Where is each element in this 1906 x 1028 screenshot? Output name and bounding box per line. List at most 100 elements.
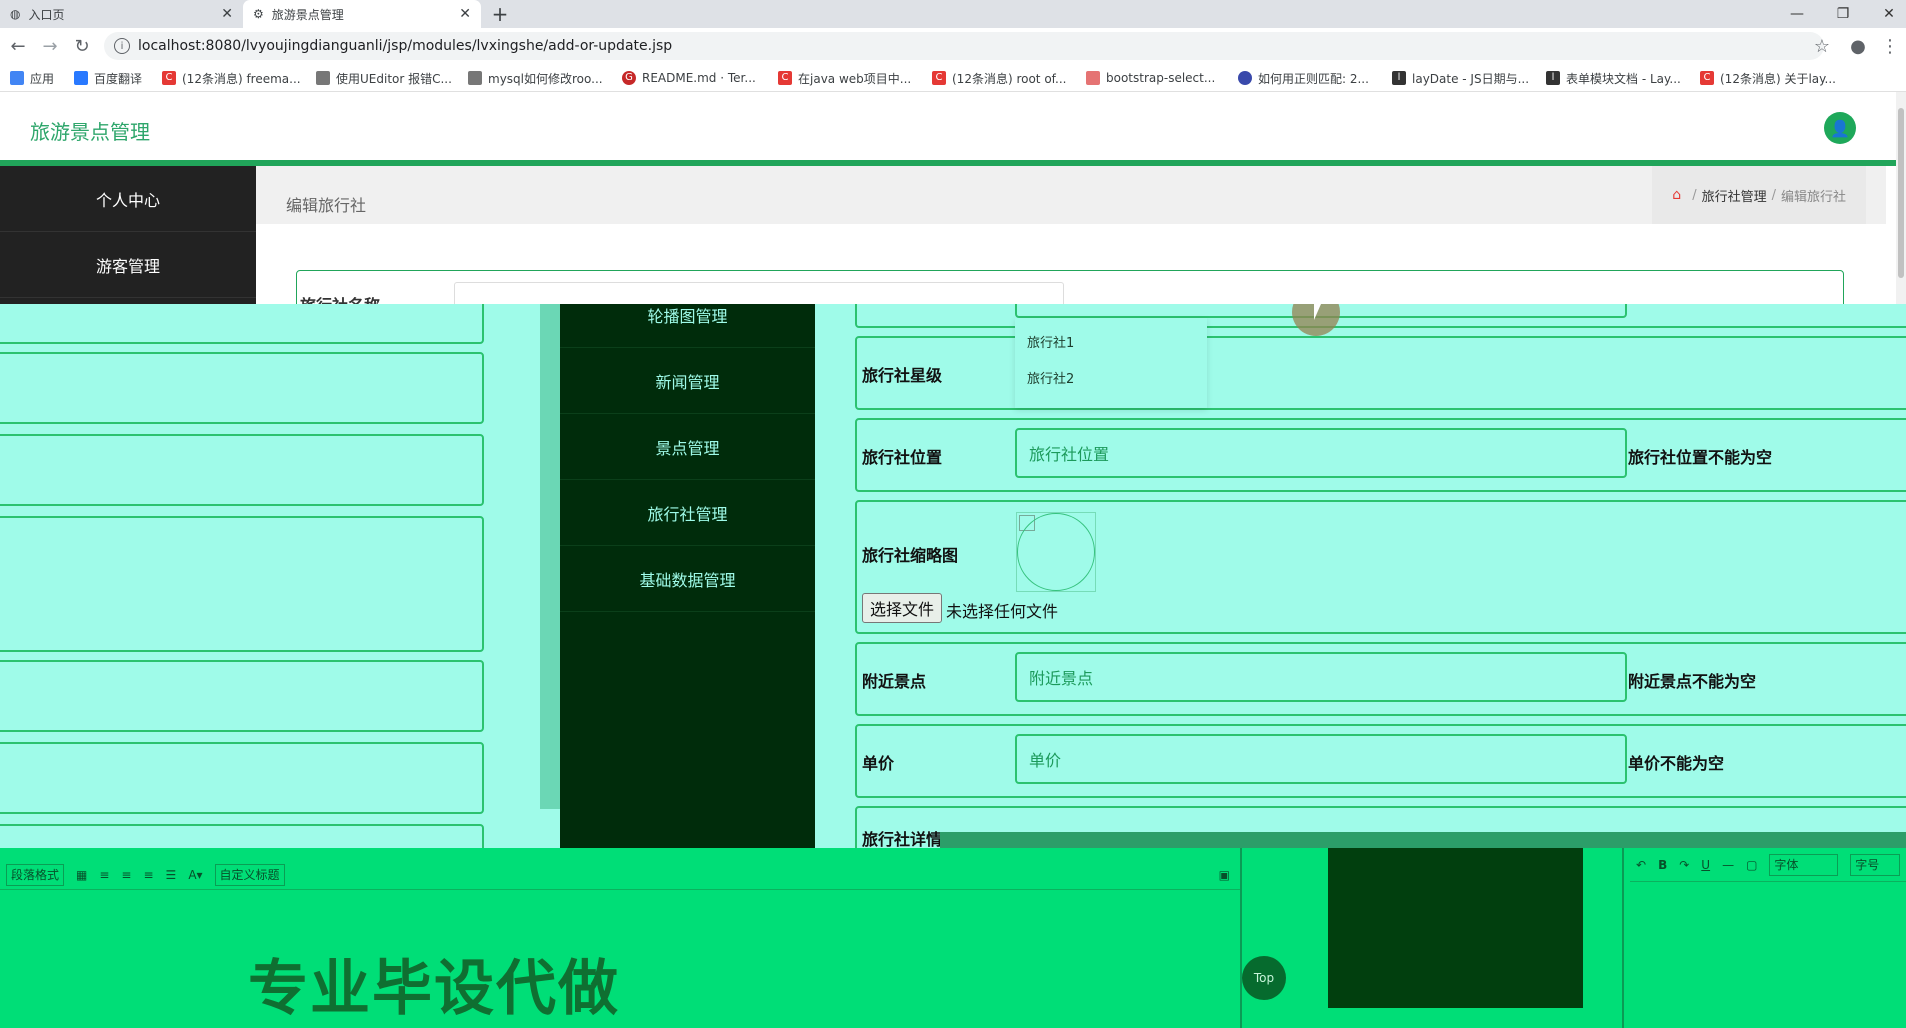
ghost-box [0, 304, 484, 344]
bookmark-star-icon[interactable]: ☆ [1810, 34, 1834, 58]
detail-label: 旅行社详情 [862, 830, 943, 848]
minimize-icon[interactable]: — [1774, 0, 1820, 28]
ghost-box [0, 824, 484, 848]
bookmark-item[interactable]: l 表单模块文档 - Lay... [1546, 68, 1681, 88]
sidebar-item-profile[interactable]: 个人中心 [0, 166, 256, 232]
address-bar[interactable]: i localhost:8080/lvyoujingdianguanli/jsp… [104, 32, 1824, 60]
cursor-arrow-icon [1314, 304, 1321, 320]
align-right-icon[interactable]: ≡ [143, 868, 153, 882]
csdn-icon: C [1700, 71, 1714, 85]
back-to-top-button[interactable]: Top [1242, 956, 1286, 1000]
csdn-icon: C [932, 71, 946, 85]
bookmark-item[interactable]: 如何用正则匹配: 2... [1238, 68, 1369, 88]
globe-icon: ◍ [10, 7, 21, 21]
layui-icon: l [1392, 71, 1406, 85]
doc-icon[interactable]: ▢ [1746, 858, 1757, 872]
nearby-input[interactable]: 附近景点 [1015, 652, 1627, 702]
undo-icon[interactable]: ↶ [1636, 858, 1646, 872]
back-icon[interactable]: ← [6, 34, 30, 58]
tab-title: 入口页 [28, 7, 65, 22]
rich-text-editor: 段落格式 ▦ ≡ ≡ ≡ ☰ A▾ 自定义标题 ▣ 专业毕设代做 ↶ B ↷ U… [0, 848, 1906, 1028]
sidebar-item-carousel[interactable]: 轮播图管理 [560, 304, 815, 348]
jianshu-icon [1086, 71, 1100, 85]
browser-tab[interactable]: ◍ 入口页 ✕ [0, 0, 243, 28]
close-tab-icon[interactable]: ✕ [221, 6, 233, 22]
page-scrollbar[interactable] [1896, 92, 1906, 304]
editor-toolbar-band [940, 832, 1906, 848]
bookmark-item[interactable]: l layDate - JS日期与... [1392, 68, 1529, 88]
bookmark-item[interactable]: G README.md · Ter... [622, 68, 756, 88]
translate-icon [74, 71, 88, 85]
restore-icon[interactable]: ❐ [1820, 0, 1866, 28]
bookmark-item[interactable]: 应用 [10, 68, 54, 88]
sidebar-item-attractions[interactable]: 景点管理 [560, 414, 815, 480]
agency-name-label: 旅行社名称 [300, 292, 380, 304]
fullscreen-icon[interactable]: ▣ [1219, 868, 1230, 882]
info-icon[interactable]: i [114, 38, 130, 54]
paragraph-format-select[interactable]: 段落格式 [6, 863, 65, 886]
close-tab-icon[interactable]: ✕ [459, 6, 471, 22]
forward-icon[interactable]: → [38, 34, 62, 58]
ghost-box [0, 660, 484, 732]
home-icon[interactable]: ⌂ [1672, 187, 1681, 203]
user-avatar-icon[interactable]: 👤 [1824, 112, 1856, 144]
url-text: localhost:8080/lvyoujingdianguanli/jsp/m… [138, 38, 673, 54]
glitched-form-overlay: 轮播图管理 新闻管理 景点管理 旅行社管理 基础数据管理 旅行社星级 旅行社1 … [0, 304, 1906, 848]
location-input[interactable]: 旅行社位置 [1015, 428, 1627, 478]
thumbnail-image [1016, 512, 1096, 592]
align-center-icon[interactable]: ≡ [121, 868, 131, 882]
dropdown-option[interactable]: 旅行社2 [1027, 368, 1074, 387]
menu-dots-icon[interactable]: ⋮ [1878, 34, 1902, 58]
table-icon[interactable]: ▦ [76, 868, 87, 882]
font-family-select[interactable]: 字体 [1769, 853, 1839, 876]
bookmark-item[interactable]: C (12条消息) root of... [932, 68, 1066, 88]
ghost-box [0, 742, 484, 814]
sidebar-item-base-data[interactable]: 基础数据管理 [560, 546, 815, 612]
browser-tab-active[interactable]: ⚙ 旅游景点管理 ✕ [243, 0, 481, 28]
tab-title: 旅游景点管理 [271, 7, 344, 22]
dropdown-option[interactable]: 旅行社1 [1027, 332, 1074, 351]
breadcrumb-parent[interactable]: 旅行社管理 [1702, 186, 1767, 205]
align-justify-icon[interactable]: ☰ [166, 868, 177, 882]
font-size-select[interactable]: 字号 [1850, 853, 1900, 876]
price-label: 单价 [862, 754, 895, 773]
thumbnail-label: 旅行社缩略图 [862, 546, 959, 565]
scrollbar-thumb[interactable] [1898, 108, 1904, 278]
sidebar-item-visitors[interactable]: 游客管理 [0, 232, 256, 298]
page-title-bar: 编辑旅行社 ⌂ / 旅行社管理 / 编辑旅行社 [256, 166, 1886, 224]
breadcrumb-current: 编辑旅行社 [1780, 189, 1846, 205]
breadcrumb: ⌂ / 旅行社管理 / 编辑旅行社 [1652, 166, 1866, 224]
redo-icon[interactable]: ↷ [1679, 858, 1689, 872]
bookmark-item[interactable]: C 在java web项目中... [778, 68, 911, 88]
star-label: 旅行社星级 [862, 366, 943, 385]
hr-icon[interactable]: — [1722, 858, 1734, 872]
watermark-text: 专业毕设代做 [248, 954, 620, 1024]
profile-icon[interactable]: ● [1846, 34, 1870, 58]
bookmark-item[interactable]: C (12条消息) freema... [162, 68, 301, 88]
underline-icon[interactable]: U [1701, 858, 1710, 872]
reload-icon[interactable]: ↻ [70, 34, 94, 58]
bookmark-item[interactable]: mysql如何修改roo... [468, 68, 603, 88]
bookmark-item[interactable]: 使用UEditor 报错C... [316, 68, 452, 88]
divider [1622, 848, 1624, 1028]
new-tab-button[interactable]: + [486, 0, 514, 28]
sidebar: 个人中心 游客管理 [0, 166, 256, 304]
bird-icon [468, 71, 482, 85]
bookmark-item[interactable]: C (12条消息) 关于lay... [1700, 68, 1836, 88]
bookmark-item[interactable]: bootstrap-select... [1086, 68, 1215, 88]
form-row-star [855, 336, 1906, 410]
bold-icon[interactable]: B [1658, 858, 1667, 872]
csdn-icon: C [162, 71, 176, 85]
align-left-icon[interactable]: ≡ [99, 868, 109, 882]
choose-file-button[interactable]: 选择文件 [862, 593, 942, 623]
font-color-icon[interactable]: A▾ [188, 868, 202, 882]
star-dropdown: 旅行社1 旅行社2 [1015, 318, 1207, 408]
bookmark-item[interactable]: 百度翻译 [74, 68, 142, 88]
sidebar-item-news[interactable]: 新闻管理 [560, 348, 815, 414]
price-input[interactable]: 单价 [1015, 734, 1627, 784]
close-window-icon[interactable]: ✕ [1866, 0, 1906, 28]
sidebar-item-agencies[interactable]: 旅行社管理 [560, 480, 815, 546]
price-error: 单价不能为空 [1628, 754, 1725, 773]
browser-tab-bar: ◍ 入口页 ✕ ⚙ 旅游景点管理 ✕ + — ❐ ✕ [0, 0, 1906, 28]
custom-title-select[interactable]: 自定义标题 [214, 863, 285, 886]
